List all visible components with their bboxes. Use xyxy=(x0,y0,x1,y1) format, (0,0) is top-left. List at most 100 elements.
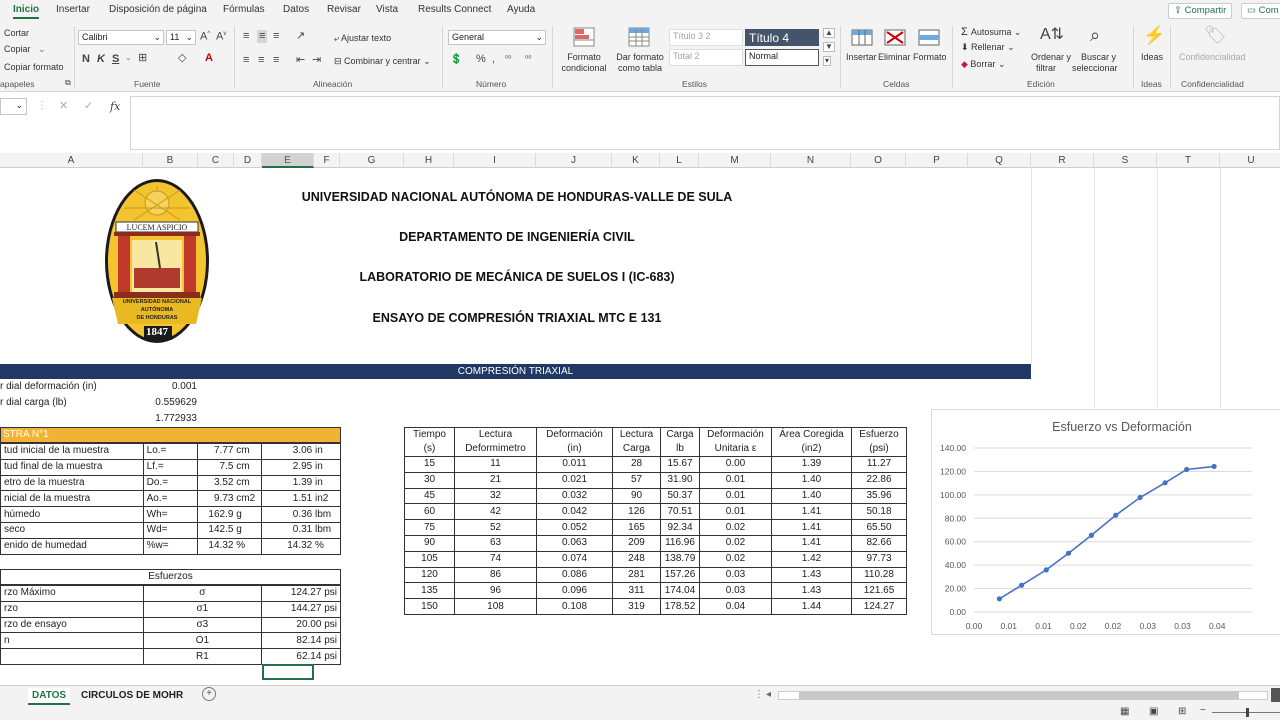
sample-imperial-cell[interactable]: 2.95 in xyxy=(261,458,341,476)
normal-view-icon[interactable]: ▦ xyxy=(1120,706,1129,717)
table-cell[interactable]: 0.03 xyxy=(699,582,772,600)
stress-strain-chart[interactable]: Esfuerzo vs Deformación 0.00 20.00 40.00 60… xyxy=(931,409,1280,635)
sensitivity-button[interactable]: Confidencialidad xyxy=(1179,52,1246,62)
table-cell[interactable]: 0.01 xyxy=(699,487,772,505)
col-header-e[interactable]: E xyxy=(262,153,314,168)
col-header-t[interactable]: T xyxy=(1157,153,1220,168)
share-button[interactable]: ⇪ Compartir xyxy=(1168,3,1233,19)
data-point[interactable] xyxy=(1065,550,1072,556)
table-cell[interactable]: 1.43 xyxy=(771,566,852,584)
table-cell[interactable]: 174.04 xyxy=(660,582,700,600)
font-color-icon[interactable]: A xyxy=(205,53,213,64)
tab-vista[interactable]: Vista xyxy=(376,4,398,15)
table-cell[interactable]: 138.79 xyxy=(660,550,700,568)
col-header-l[interactable]: L xyxy=(660,153,699,168)
table-cell[interactable]: 11 xyxy=(454,456,537,473)
dialog-launcher-icon[interactable]: ⧉ xyxy=(65,79,71,87)
table-cell[interactable]: 281 xyxy=(612,566,661,584)
ideas-button[interactable]: Ideas xyxy=(1141,52,1163,62)
table-header[interactable]: Carga lb xyxy=(660,427,700,457)
tab-formulas[interactable]: Fórmulas xyxy=(223,4,265,15)
sample-label[interactable]: enido de humedad xyxy=(0,537,144,555)
sample-label[interactable]: seco xyxy=(0,521,144,539)
stress-symbol[interactable]: R1 xyxy=(142,648,263,665)
fill-color-icon[interactable]: ◇ xyxy=(178,53,186,64)
find-select-button[interactable]: Buscar y xyxy=(1081,52,1116,62)
horizontal-scrollbar[interactable] xyxy=(778,691,1268,700)
copy-button[interactable]: Copiar xyxy=(4,44,31,54)
scroll-left-icon[interactable]: ◂ xyxy=(766,689,771,700)
stress-symbol[interactable]: O1 xyxy=(142,632,263,650)
table-cell[interactable]: 15.67 xyxy=(660,456,700,473)
delete-cells-button[interactable]: Eliminar xyxy=(878,52,911,62)
cut-button[interactable]: Cortar xyxy=(4,28,29,38)
comments-button[interactable]: ▭ Com xyxy=(1241,3,1280,19)
currency-icon[interactable]: 💲 xyxy=(450,55,462,65)
sample-symbol[interactable]: %w= xyxy=(142,537,199,555)
sample-metric-cell[interactable]: 14.32 % xyxy=(197,537,263,555)
sample-metric-cell[interactable]: 7.5 cm xyxy=(197,458,263,476)
table-cell[interactable]: 31.90 xyxy=(660,471,700,489)
name-box[interactable]: ⌄ xyxy=(0,98,27,115)
style-total2[interactable]: Total 2 xyxy=(669,49,743,66)
wrap-text-button[interactable]: ⤶ Ajustar texto xyxy=(334,33,391,44)
increase-indent-icon[interactable]: ⇥ xyxy=(312,55,321,66)
table-cell[interactable]: 110.28 xyxy=(851,566,907,584)
table-header[interactable]: Deformación (in) xyxy=(536,427,613,457)
table-cell[interactable]: 0.074 xyxy=(536,550,613,568)
table-cell[interactable]: 150 xyxy=(404,598,455,615)
style-titulo4[interactable]: Título 4 xyxy=(745,29,819,46)
col-header-m[interactable]: M xyxy=(699,153,771,168)
cancel-entry-icon[interactable]: ✕ xyxy=(59,101,68,112)
table-cell[interactable]: 1.44 xyxy=(771,598,852,615)
sample-imperial-cell[interactable]: 3.06 in xyxy=(261,443,341,460)
table-header[interactable]: Lectura Carga xyxy=(612,427,661,457)
table-header[interactable]: Deformación Unitaria ε xyxy=(699,427,772,457)
zoom-slider-thumb[interactable] xyxy=(1246,708,1249,717)
number-format-select[interactable]: General ⌄ xyxy=(448,30,546,45)
table-cell[interactable]: 116.96 xyxy=(660,534,700,552)
table-cell[interactable]: 1.42 xyxy=(771,550,852,568)
fill-button[interactable]: ⬇ Rellenar ⌄ xyxy=(961,42,1015,53)
table-cell[interactable]: 60 xyxy=(404,503,455,521)
italic-button[interactable]: K xyxy=(97,54,105,65)
table-cell[interactable]: 0.04 xyxy=(699,598,772,615)
table-cell[interactable]: 311 xyxy=(612,582,661,600)
table-header[interactable]: Área Coregida (in2) xyxy=(771,427,852,457)
stress-symbol[interactable]: σ3 xyxy=(142,616,263,634)
table-cell[interactable]: 0.108 xyxy=(536,598,613,615)
sample-symbol[interactable]: Wh= xyxy=(142,506,199,523)
add-sheet-icon[interactable]: + xyxy=(202,687,216,701)
table-cell[interactable]: 0.03 xyxy=(699,566,772,584)
table-cell[interactable]: 50.18 xyxy=(851,503,907,521)
sample-metric-cell[interactable]: 7.77 cm xyxy=(197,443,263,460)
sample-metric-cell[interactable]: 9.73 cm2 xyxy=(197,490,263,508)
tab-disposicion[interactable]: Disposición de página xyxy=(109,4,207,15)
format-painter-button[interactable]: Copiar formato xyxy=(4,62,64,72)
more-sheets-icon[interactable]: ⋮ xyxy=(754,689,764,700)
tab-datos[interactable]: Datos xyxy=(283,4,309,15)
col-header-j[interactable]: J xyxy=(536,153,612,168)
sample-symbol[interactable]: Lf.= xyxy=(142,458,199,476)
table-cell[interactable]: 0.063 xyxy=(536,534,613,552)
table-cell[interactable]: 178.52 xyxy=(660,598,700,615)
sample-imperial-cell[interactable]: 1.51 in2 xyxy=(261,490,341,508)
styles-more-icon[interactable]: ▾ xyxy=(823,56,832,66)
table-header[interactable]: Esfuerzo (psi) xyxy=(851,427,907,457)
styles-scroll-down-icon[interactable]: ▼ xyxy=(823,42,835,52)
data-point[interactable] xyxy=(1184,466,1190,473)
stress-value-cell[interactable]: 20.00 psi xyxy=(261,616,341,634)
style-normal[interactable]: Normal xyxy=(745,49,819,66)
col-header-o[interactable]: O xyxy=(851,153,906,168)
col-header-n[interactable]: N xyxy=(771,153,851,168)
stress-symbol[interactable]: σ xyxy=(142,585,263,602)
sample-label[interactable]: tud inicial de la muestra xyxy=(0,443,144,460)
col-header-s[interactable]: S xyxy=(1094,153,1157,168)
formula-input[interactable] xyxy=(130,96,1280,150)
styles-scroll-up-icon[interactable]: ▲ xyxy=(823,28,835,38)
tab-revisar[interactable]: Revisar xyxy=(327,4,361,15)
sample-symbol[interactable]: Wd= xyxy=(142,521,199,539)
merge-center-button[interactable]: ⊟ Combinar y centrar ⌄ xyxy=(334,56,431,67)
table-cell[interactable]: 0.01 xyxy=(699,503,772,521)
col-header-d[interactable]: D xyxy=(234,153,262,168)
